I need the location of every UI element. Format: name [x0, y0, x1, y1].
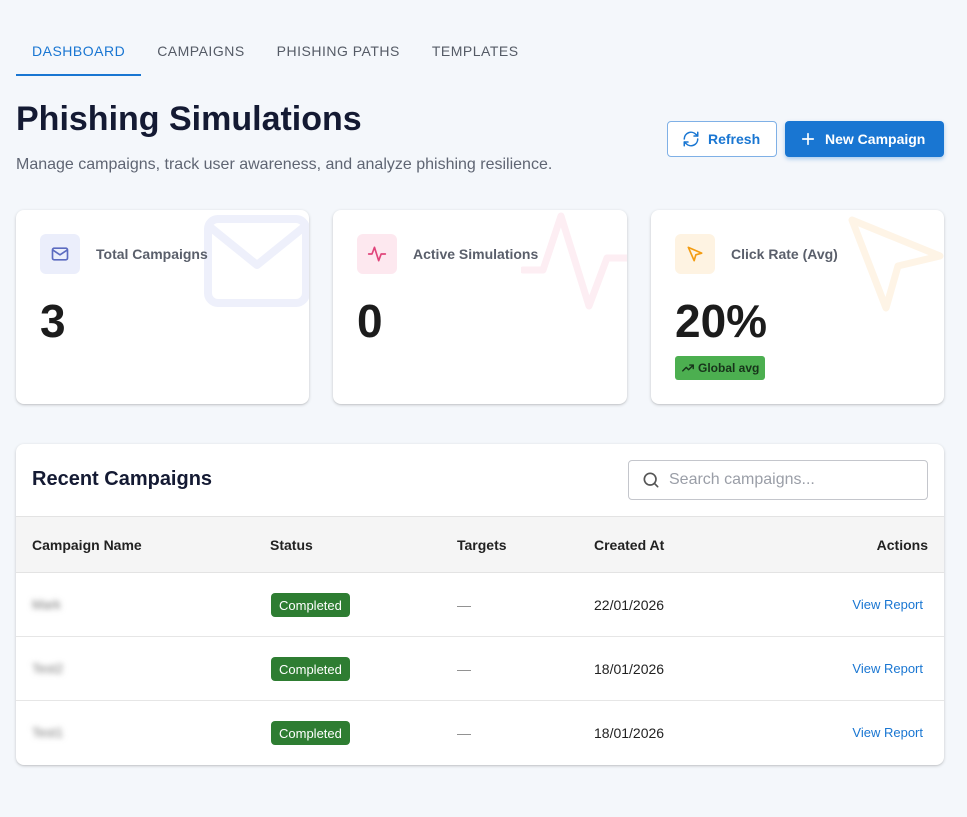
targets-cell: —	[457, 661, 471, 677]
refresh-button[interactable]: Refresh	[667, 121, 777, 157]
view-report-link[interactable]: View Report	[852, 725, 923, 740]
column-header-status[interactable]: Status	[270, 537, 313, 553]
stat-value: 20%	[675, 295, 768, 347]
column-header-actions: Actions	[876, 537, 928, 553]
stat-icon-box	[40, 234, 80, 274]
table-row: Test1 Completed — 18/01/2026 View Report	[16, 701, 944, 765]
mail-watermark-icon	[204, 215, 309, 307]
stat-card-active-simulations: Active Simulations 0	[333, 210, 627, 404]
stat-card-total-campaigns: Total Campaigns 3	[16, 210, 309, 404]
targets-cell: —	[457, 725, 471, 741]
plus-icon	[801, 132, 815, 146]
status-badge: Completed	[271, 593, 350, 617]
activity-icon	[367, 246, 387, 262]
stat-icon-box	[675, 234, 715, 274]
created-at-cell: 18/01/2026	[594, 661, 665, 677]
column-header-targets[interactable]: Targets	[457, 537, 507, 553]
created-at-cell: 22/01/2026	[594, 597, 665, 613]
view-report-link[interactable]: View Report	[852, 597, 923, 612]
column-header-name[interactable]: Campaign Name	[32, 537, 142, 553]
cursor-icon	[687, 246, 703, 262]
search-input[interactable]	[669, 471, 909, 489]
stat-label: Total Campaigns	[96, 246, 208, 262]
recent-campaigns-panel: Recent Campaigns Campaign Name Status Ta…	[16, 444, 944, 765]
refresh-icon	[683, 131, 699, 147]
tab-bar: DASHBOARD CAMPAIGNS PHISHING PATHS TEMPL…	[16, 28, 535, 76]
column-header-created[interactable]: Created At	[594, 537, 664, 553]
trending-up-icon	[682, 364, 694, 372]
page-subtitle: Manage campaigns, track user awareness, …	[16, 156, 553, 173]
recent-campaigns-title: Recent Campaigns	[32, 468, 213, 490]
campaign-name: Mark	[32, 597, 61, 612]
campaign-name: Test2	[32, 661, 64, 676]
mail-icon	[51, 247, 69, 261]
status-badge: Completed	[271, 657, 350, 681]
stat-card-click-rate: Click Rate (Avg) 20% Global avg	[651, 210, 944, 404]
cursor-watermark-icon	[848, 216, 944, 312]
table-row: Mark Completed — 22/01/2026 View Report	[16, 573, 944, 637]
created-at-cell: 18/01/2026	[594, 725, 665, 741]
table-header: Campaign Name Status Targets Created At …	[16, 516, 944, 573]
targets-cell: —	[457, 597, 471, 613]
tab-campaigns[interactable]: CAMPAIGNS	[141, 28, 260, 74]
refresh-button-label: Refresh	[708, 131, 761, 147]
tab-dashboard[interactable]: DASHBOARD	[16, 28, 142, 76]
new-campaign-button[interactable]: New Campaign	[785, 121, 944, 157]
global-avg-badge: Global avg	[675, 356, 766, 380]
stat-icon-box	[357, 234, 397, 274]
status-badge: Completed	[271, 721, 350, 745]
campaign-name: Test1	[32, 725, 64, 740]
search-box	[628, 460, 928, 500]
tab-phishing-paths[interactable]: PHISHING PATHS	[261, 28, 416, 74]
header-actions: Refresh New Campaign	[667, 121, 944, 157]
stat-value: 3	[40, 295, 66, 347]
search-icon	[643, 472, 659, 488]
page-title: Phishing Simulations	[16, 100, 362, 138]
stat-value: 0	[357, 295, 383, 347]
tab-templates[interactable]: TEMPLATES	[416, 28, 535, 74]
new-campaign-button-label: New Campaign	[825, 131, 926, 147]
stat-label: Click Rate (Avg)	[731, 246, 838, 262]
global-avg-badge-label: Global avg	[698, 361, 760, 375]
table-row: Test2 Completed — 18/01/2026 View Report	[16, 637, 944, 701]
view-report-link[interactable]: View Report	[852, 661, 923, 676]
activity-watermark-icon	[521, 212, 627, 310]
stat-label: Active Simulations	[413, 246, 539, 262]
campaigns-table: Campaign Name Status Targets Created At …	[16, 516, 944, 765]
